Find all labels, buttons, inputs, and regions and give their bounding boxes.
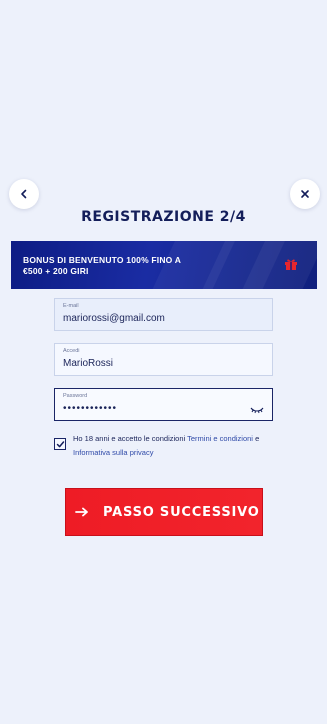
arrow-right-icon — [75, 507, 89, 517]
bonus-line-2: €500 + 200 GIRI — [23, 266, 89, 276]
next-step-button[interactable]: PASSO SUCCESSIVO — [65, 488, 263, 536]
chevron-left-icon — [21, 189, 27, 199]
email-label: E-mail — [63, 303, 79, 309]
consent-text-middle: e — [252, 434, 260, 443]
consent-text: Ho 18 anni e accetto le condizioni Termi… — [73, 432, 278, 460]
gift-icon — [285, 259, 297, 270]
consent-text-start: Ho 18 anni e accetto le condizioni — [73, 434, 188, 443]
email-value: mariorossi@gmail.com — [63, 313, 165, 324]
page-title: REGISTRAZIONE 2/4 — [81, 209, 246, 225]
close-button[interactable] — [290, 179, 320, 209]
bonus-line-1: BONUS DI BENVENUTO 100% FINO A — [23, 255, 182, 265]
back-button[interactable] — [9, 179, 39, 209]
password-field[interactable]: Password •••••••••••• — [54, 388, 273, 421]
consent-checkbox[interactable] — [54, 438, 66, 450]
toggle-password-visibility[interactable] — [250, 401, 264, 419]
privacy-link[interactable]: Informativa sulla privacy — [73, 448, 153, 457]
password-label: Password — [63, 393, 88, 399]
bonus-text: BONUS DI BENVENUTO 100% FINO A €500 + 20… — [23, 255, 181, 277]
username-value: MarioRossi — [63, 358, 114, 369]
welcome-bonus-banner: BONUS DI BENVENUTO 100% FINO A €500 + 20… — [11, 241, 317, 289]
password-value: •••••••••••• — [63, 403, 118, 414]
email-field[interactable]: E-mail mariorossi@gmail.com — [54, 298, 273, 331]
terms-link[interactable]: Termini e condizioni — [187, 434, 253, 443]
checkmark-icon — [56, 440, 64, 447]
username-field[interactable]: Accedi MarioRossi — [54, 343, 273, 376]
username-label: Accedi — [63, 348, 80, 354]
eye-closed-icon — [250, 407, 264, 414]
close-icon — [301, 190, 309, 198]
next-step-label: PASSO SUCCESSIVO — [103, 504, 260, 520]
